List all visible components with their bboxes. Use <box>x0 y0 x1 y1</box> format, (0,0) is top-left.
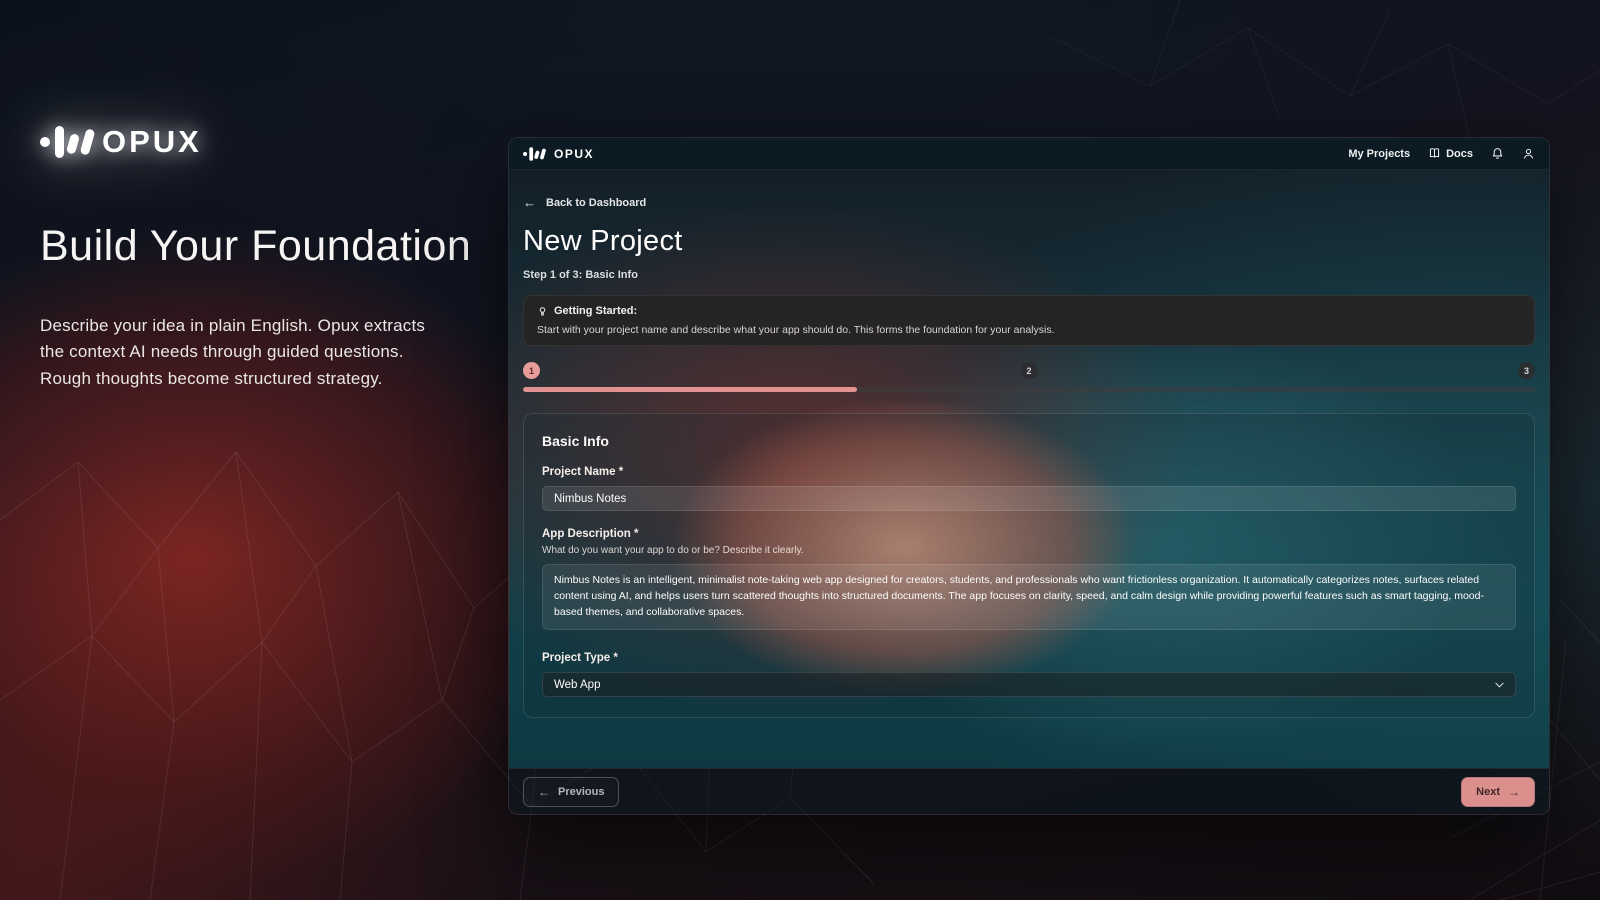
nav-right-group: My Projects Docs <box>1348 147 1535 160</box>
next-button-label: Next <box>1476 786 1500 798</box>
progress-fill <box>523 387 857 392</box>
step-circle-1: 1 <box>523 362 540 379</box>
hero-title: Build Your Foundation <box>40 222 480 271</box>
previous-button[interactable]: ← Previous <box>523 777 619 807</box>
lightbulb-icon <box>537 306 548 317</box>
app-content: ← Back to Dashboard New Project Step 1 o… <box>509 170 1549 768</box>
app-window: OPUX My Projects Docs <box>508 137 1550 815</box>
project-name-input[interactable] <box>542 486 1516 511</box>
progress-stepper: 1 2 3 <box>523 362 1535 392</box>
chevron-down-icon <box>1495 682 1504 688</box>
getting-started-tip: Getting Started: Start with your project… <box>523 295 1535 346</box>
app-description-textarea[interactable]: Nimbus Notes is an intelligent, minimali… <box>542 564 1516 630</box>
nav-docs-label: Docs <box>1446 148 1473 160</box>
nav-opux-wordmark: OPUX <box>554 147 594 161</box>
progress-track <box>523 387 1535 392</box>
hero-description: Describe your idea in plain English. Opu… <box>40 313 448 392</box>
back-to-dashboard-label: Back to Dashboard <box>546 197 646 209</box>
tip-title: Getting Started: <box>554 305 637 317</box>
arrow-left-icon: ← <box>523 195 536 210</box>
user-icon[interactable] <box>1522 147 1535 160</box>
app-description-label: App Description * <box>542 528 1516 540</box>
project-type-value: Web App <box>554 679 600 691</box>
project-type-label: Project Type * <box>542 652 1516 664</box>
basic-info-form-card: Basic Info Project Name * App Descriptio… <box>523 413 1535 718</box>
opux-logo: OPUX <box>40 124 202 160</box>
form-heading: Basic Info <box>542 433 1516 449</box>
step-indicator: Step 1 of 3: Basic Info <box>523 269 1535 281</box>
nav-opux-logo[interactable]: OPUX <box>523 138 594 170</box>
project-type-select[interactable]: Web App <box>542 672 1516 697</box>
step-circle-2: 2 <box>1021 362 1038 379</box>
app-top-nav: OPUX My Projects Docs <box>509 138 1549 170</box>
page-title: New Project <box>523 225 1535 258</box>
nav-my-projects-label: My Projects <box>1348 148 1410 160</box>
project-name-label: Project Name * <box>542 466 1516 478</box>
hero-panel: OPUX Build Your Foundation Describe your… <box>40 124 480 392</box>
bell-icon[interactable] <box>1491 147 1504 160</box>
opux-logo-icon <box>40 126 92 158</box>
step-circle-3: 3 <box>1518 362 1535 379</box>
opux-wordmark: OPUX <box>102 124 202 160</box>
tip-body: Start with your project name and describ… <box>537 324 1521 336</box>
back-to-dashboard-link[interactable]: ← Back to Dashboard <box>523 195 646 210</box>
wizard-footer: ← Previous Next → <box>509 768 1549 814</box>
nav-docs-link[interactable]: Docs <box>1428 147 1473 160</box>
arrow-left-icon: ← <box>538 785 550 799</box>
nav-opux-logo-icon <box>523 147 545 160</box>
next-button[interactable]: Next → <box>1461 777 1535 807</box>
arrow-right-icon: → <box>1508 785 1520 799</box>
nav-my-projects-link[interactable]: My Projects <box>1348 148 1410 160</box>
previous-button-label: Previous <box>558 786 604 798</box>
app-description-helper: What do you want your app to do or be? D… <box>542 545 1516 556</box>
book-icon <box>1428 147 1441 160</box>
